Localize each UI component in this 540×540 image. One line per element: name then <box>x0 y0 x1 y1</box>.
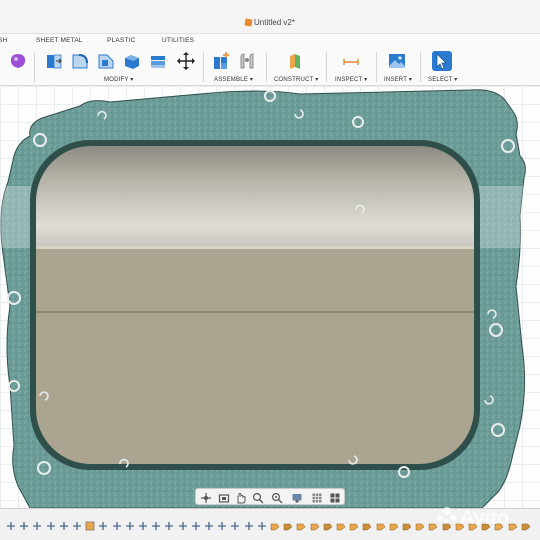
sketch-feature-icon[interactable] <box>204 518 214 530</box>
sketch-feature-icon[interactable] <box>112 518 122 530</box>
ribbon-toolbar: MODIFY ▾ ASSEMBLE ▾ CONSTRUCT ▾ INSPECT … <box>0 48 540 86</box>
pan-icon[interactable] <box>235 491 247 504</box>
extrude-feature-icon[interactable] <box>349 518 359 531</box>
orbit-icon[interactable] <box>200 491 212 503</box>
fillet-icon[interactable] <box>70 51 90 71</box>
measure-icon[interactable] <box>341 51 361 71</box>
offset-plane-icon[interactable] <box>285 51 305 71</box>
sketch-feature-icon[interactable] <box>178 518 188 530</box>
fusion-document-icon <box>244 18 253 27</box>
sketch-feature-icon[interactable] <box>151 518 161 530</box>
watermark-text: Avito <box>460 507 509 529</box>
tab-sheet-metal[interactable]: SHEET METAL <box>36 37 83 44</box>
extrude-feature-icon[interactable] <box>270 518 280 531</box>
modify-menu[interactable]: MODIFY ▾ <box>104 76 134 83</box>
sketch-feature-icon[interactable] <box>98 518 108 530</box>
sketch-feature-icon[interactable] <box>72 518 82 530</box>
move-icon[interactable] <box>176 51 196 71</box>
insert-image-icon[interactable] <box>387 51 407 71</box>
chamfer-icon[interactable] <box>96 51 116 71</box>
assemble-menu[interactable]: ASSEMBLE ▾ <box>214 76 253 83</box>
sketch-feature-icon[interactable] <box>244 518 254 530</box>
sketch-feature-icon[interactable] <box>164 518 174 530</box>
joint-icon[interactable] <box>237 51 257 71</box>
press-pull-icon[interactable] <box>44 51 64 71</box>
extrude-feature-icon[interactable] <box>296 518 306 531</box>
canvas-viewport[interactable] <box>0 86 540 508</box>
extrude-feature-icon[interactable] <box>323 518 333 531</box>
sketch-feature-icon[interactable] <box>217 518 227 530</box>
look-at-icon[interactable] <box>218 491 230 503</box>
tab-plastic[interactable]: PLASTIC <box>107 37 136 44</box>
extrude-feature-icon[interactable] <box>283 518 293 531</box>
sketch-feature-icon[interactable] <box>59 518 69 530</box>
construct-menu[interactable]: CONSTRUCT ▾ <box>274 76 318 83</box>
extrude-feature-icon[interactable] <box>310 518 320 531</box>
form-icon[interactable] <box>8 51 28 71</box>
extrude-feature-icon[interactable] <box>376 518 386 531</box>
insert-menu[interactable]: INSERT ▾ <box>384 76 412 83</box>
document-title: Untitled v2* <box>0 18 540 27</box>
sketch-feature-icon[interactable] <box>191 518 201 530</box>
select-icon[interactable] <box>432 51 452 71</box>
sketch-feature-icon[interactable] <box>6 518 16 530</box>
fit-icon[interactable] <box>271 491 283 504</box>
navigation-bar <box>195 488 345 505</box>
sketch-feature-icon[interactable] <box>257 518 267 530</box>
title-bar: Untitled v2* <box>0 0 540 34</box>
grid-settings-icon[interactable] <box>311 491 323 503</box>
extrude-feature-icon[interactable] <box>389 518 399 531</box>
sketch-feature-icon[interactable] <box>46 518 56 530</box>
extrude-feature-icon[interactable] <box>362 518 372 531</box>
ribbon-tabs: SH SHEET METAL PLASTIC UTILITIES <box>0 34 540 48</box>
inspect-menu[interactable]: INSPECT ▾ <box>335 76 367 83</box>
gasket-model <box>0 89 540 508</box>
shell-icon[interactable] <box>122 51 142 71</box>
extrude-feature-icon[interactable] <box>336 518 346 531</box>
display-settings-icon[interactable] <box>291 491 303 503</box>
new-component-icon[interactable] <box>211 51 231 71</box>
select-menu[interactable]: SELECT ▾ <box>428 76 458 83</box>
sketch-feature-icon[interactable] <box>230 518 240 530</box>
sketch-feature-icon[interactable] <box>32 518 42 530</box>
avito-watermark: Avito <box>437 507 509 529</box>
extrude-feature-icon[interactable] <box>402 518 412 531</box>
viewports-icon[interactable] <box>329 491 341 503</box>
body-feature-icon[interactable] <box>85 518 95 531</box>
extrude-feature-icon[interactable] <box>415 518 425 531</box>
sketch-feature-icon[interactable] <box>138 518 148 530</box>
zoom-icon[interactable] <box>252 491 264 504</box>
tab-utilities[interactable]: UTILITIES <box>162 37 194 44</box>
sketch-feature-icon[interactable] <box>19 518 29 530</box>
sketch-feature-icon[interactable] <box>125 518 135 530</box>
combine-icon[interactable] <box>148 51 168 71</box>
tab-mesh[interactable]: SH <box>0 37 7 44</box>
document-title-text: Untitled v2* <box>254 18 295 27</box>
